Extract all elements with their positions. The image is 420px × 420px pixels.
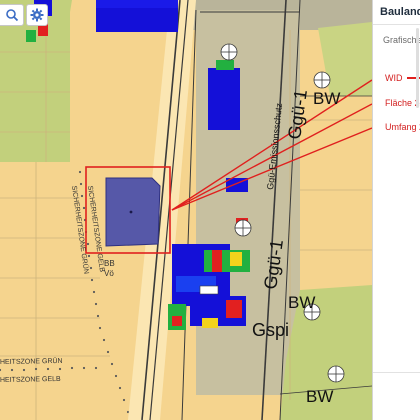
legend-item-perimeter[interactable]: Umfang 2d [385, 122, 420, 132]
label-bb: BB [104, 259, 115, 268]
side-panel: Baulandreserven Grafische Darstellung WI… [372, 0, 420, 420]
safety-zone-green-horizontal: HEITSZONE GRÜN [0, 357, 63, 366]
small-info-box [199, 285, 219, 295]
zoning-map[interactable]: BW BW BW Gspi Ggü-1 Ggü-1 Ggü-Emissionss… [0, 0, 372, 420]
zone-label-gspi: Gspi [252, 320, 289, 340]
panel-divider [373, 24, 420, 25]
panel-scrollbar[interactable] [416, 28, 419, 108]
settings-button[interactable] [26, 4, 48, 26]
gear-icon [30, 8, 44, 22]
panel-subtitle: Grafische Darstellung [383, 35, 420, 45]
legend-item-area[interactable]: Fläche 2d [385, 98, 420, 108]
map-canvas[interactable]: BW BW BW Gspi Ggü-1 Ggü-1 Ggü-Emissionss… [0, 0, 372, 420]
legend-label-area: Fläche 2d [385, 98, 420, 108]
zone-label-bw-north: BW [313, 89, 340, 108]
zone-label-bw-south: BW [306, 387, 333, 406]
panel-title: Baulandreserven [380, 6, 420, 18]
building-northwest-green [26, 30, 36, 42]
building-north-edge [96, 0, 178, 8]
app-window: BW BW BW Gspi Ggü-1 Ggü-1 Ggü-Emissionss… [0, 0, 420, 420]
building-land-reserve-plot[interactable] [105, 177, 161, 247]
legend-label-wid: WID [385, 73, 403, 83]
zone-label-bw-middle: BW [288, 293, 315, 312]
building-center-roof [216, 60, 234, 70]
map-toolbar [0, 4, 48, 26]
building-center [208, 68, 240, 130]
magnifier-zoom-button[interactable] [0, 4, 24, 26]
safety-zone-yellow-horizontal: HEITSZONE GELB [0, 376, 61, 384]
plot-centroid-marker [129, 210, 133, 214]
panel-divider-bottom [373, 372, 420, 373]
legend-label-perimeter: Umfang 2d [385, 122, 420, 132]
search-icon [5, 9, 18, 22]
legend-item-wid[interactable]: WID [385, 73, 420, 83]
